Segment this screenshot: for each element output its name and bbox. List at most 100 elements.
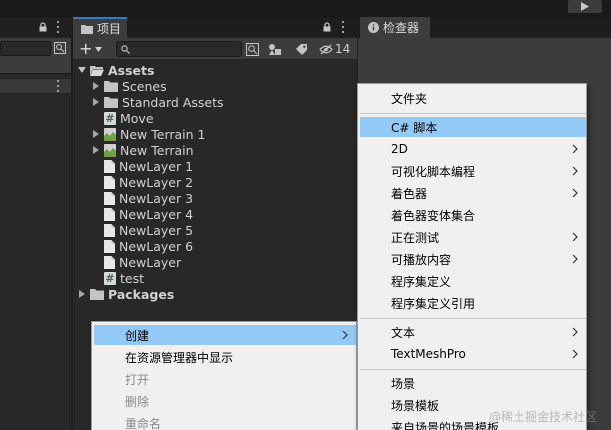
menu-item-label: 打开 [125, 372, 150, 387]
tree-item-label: New Terrain [120, 142, 194, 158]
chevron-right-icon[interactable] [91, 82, 100, 91]
menu-item-label: 创建 [125, 328, 150, 343]
inspector-tab-bar: 检查器 [358, 17, 611, 38]
tree-item-assets[interactable]: Assets [77, 62, 154, 78]
tree-item-label: Standard Assets [122, 94, 224, 110]
tree-item-label: Scenes [122, 78, 167, 94]
menu-item-folder[interactable]: 文件夹 [360, 88, 586, 108]
left-header-row [0, 79, 71, 94]
menu-item-label: C# 脚本 [391, 120, 438, 135]
chevron-down-icon [95, 46, 103, 52]
menu-item-label: 2D [391, 142, 408, 156]
menu-item-label: 可视化脚本编程 [391, 164, 476, 179]
tree-item-standard-assets[interactable]: Standard Assets [91, 94, 224, 110]
menu-item-playables[interactable]: 可播放内容 [360, 249, 586, 269]
context-menu: 创建 在资源管理器中显示 打开 删除 重命名 [91, 321, 357, 430]
chevron-right-icon [572, 254, 578, 264]
menu-item-label: 来自场景的场景模板 [391, 420, 500, 430]
lock-icon[interactable] [322, 22, 332, 32]
menu-item-csharp-script[interactable]: C# 脚本 [360, 117, 586, 137]
menu-item-show-in-explorer[interactable]: 在资源管理器中显示 [94, 347, 356, 367]
menu-item-label: 在资源管理器中显示 [125, 350, 234, 365]
csharp-script-icon: # [104, 111, 116, 125]
tree-item-new-terrain-1[interactable]: New Terrain 1 [91, 126, 205, 142]
chevron-right-icon[interactable] [91, 98, 100, 107]
file-icon [104, 223, 115, 237]
menu-item-assembly-definition[interactable]: 程序集定义 [360, 271, 586, 291]
chevron-right-icon[interactable] [91, 146, 100, 155]
tree-item-packages[interactable]: Packages [77, 286, 174, 302]
tree-item-newlayer-6[interactable]: NewLayer 6 [104, 238, 193, 254]
chevron-down-icon[interactable] [77, 66, 86, 75]
tree-item-move[interactable]: # Move [104, 110, 154, 126]
search-by-type-icon[interactable] [245, 42, 259, 56]
menu-item-create[interactable]: 创建 [94, 325, 356, 345]
tree-item-new-terrain[interactable]: New Terrain [91, 142, 194, 158]
tree-item-label: NewLayer 2 [119, 174, 194, 190]
terrain-icon [104, 127, 116, 141]
kebab-menu-icon[interactable] [341, 21, 345, 33]
folder-icon [90, 288, 104, 300]
tree-item-label: Move [120, 110, 154, 126]
file-icon [104, 239, 115, 253]
search-by-label-icon[interactable] [268, 42, 282, 56]
lock-icon[interactable] [38, 22, 48, 32]
menu-item-textmeshpro[interactable]: TextMeshPro [360, 344, 586, 364]
tag-icon[interactable] [294, 42, 308, 56]
create-button[interactable]: + [79, 41, 105, 57]
kebab-menu-icon[interactable] [56, 21, 60, 33]
tree-item-newlayer-4[interactable]: NewLayer 4 [104, 206, 193, 222]
tree-item-label: Assets [108, 62, 155, 78]
chevron-right-icon [572, 349, 578, 359]
tree-item-test[interactable]: # test [104, 270, 144, 286]
tab-project[interactable]: 项目 [73, 17, 127, 38]
info-icon [368, 22, 379, 33]
search-icon [121, 45, 130, 54]
tree-item-scenes[interactable]: Scenes [91, 78, 167, 94]
menu-item-delete[interactable]: 删除 [94, 391, 356, 411]
menu-item-testing[interactable]: 正在测试 [360, 227, 586, 247]
menu-item-assembly-definition-reference[interactable]: 程序集定义引用 [360, 293, 586, 313]
menu-item-scene[interactable]: 场景 [360, 373, 586, 393]
top-toolbar [0, 0, 611, 17]
menu-item-shader-variant-collection[interactable]: 着色器变体集合 [360, 205, 586, 225]
menu-item-open[interactable]: 打开 [94, 369, 356, 389]
tab-inspector[interactable]: 检查器 [360, 17, 430, 38]
menu-item-label: 着色器变体集合 [391, 208, 476, 223]
project-tab-bar: 项目 [73, 17, 357, 38]
menu-item-label: 场景 [391, 376, 416, 391]
chevron-right-icon [572, 188, 578, 198]
menu-item-shader[interactable]: 着色器 [360, 183, 586, 203]
hidden-packages-toggle[interactable]: 14 [319, 41, 350, 57]
chevron-right-icon [572, 232, 578, 242]
tree-item-newlayer-3[interactable]: NewLayer 3 [104, 190, 193, 206]
chevron-right-icon[interactable] [77, 290, 86, 299]
search-input[interactable] [116, 41, 242, 57]
tree-item-newlayer-2[interactable]: NewLayer 2 [104, 174, 193, 190]
tree-item-newlayer[interactable]: NewLayer [104, 254, 181, 270]
kebab-menu-icon[interactable] [56, 80, 60, 92]
menu-item-label: 场景模板 [391, 398, 440, 413]
tab-inspector-label: 检查器 [383, 21, 420, 35]
folder-icon [81, 24, 93, 34]
chevron-right-icon [572, 144, 578, 154]
menu-item-label: 可播放内容 [391, 252, 452, 267]
terrain-icon [104, 143, 116, 157]
menu-item-text[interactable]: 文本 [360, 322, 586, 342]
left-tab-bar [0, 17, 71, 38]
left-search-input[interactable] [0, 41, 51, 56]
chevron-right-icon[interactable] [91, 130, 100, 139]
tree-item-newlayer-1[interactable]: NewLayer 1 [104, 158, 193, 174]
search-by-type-icon[interactable] [53, 41, 67, 55]
folder-icon [104, 96, 118, 108]
left-panel [0, 17, 71, 430]
menu-item-2d[interactable]: 2D [360, 139, 586, 159]
menu-item-visual-scripting[interactable]: 可视化脚本编程 [360, 161, 586, 181]
tree-item-newlayer-5[interactable]: NewLayer 5 [104, 222, 193, 238]
menu-item-rename[interactable]: 重命名 [94, 413, 356, 430]
menu-separator [360, 318, 586, 319]
play-button[interactable] [568, 0, 602, 13]
watermark: @稀土掘金技术社区 [489, 410, 598, 424]
tree-item-label: NewLayer 3 [119, 190, 194, 206]
file-icon [104, 191, 115, 205]
